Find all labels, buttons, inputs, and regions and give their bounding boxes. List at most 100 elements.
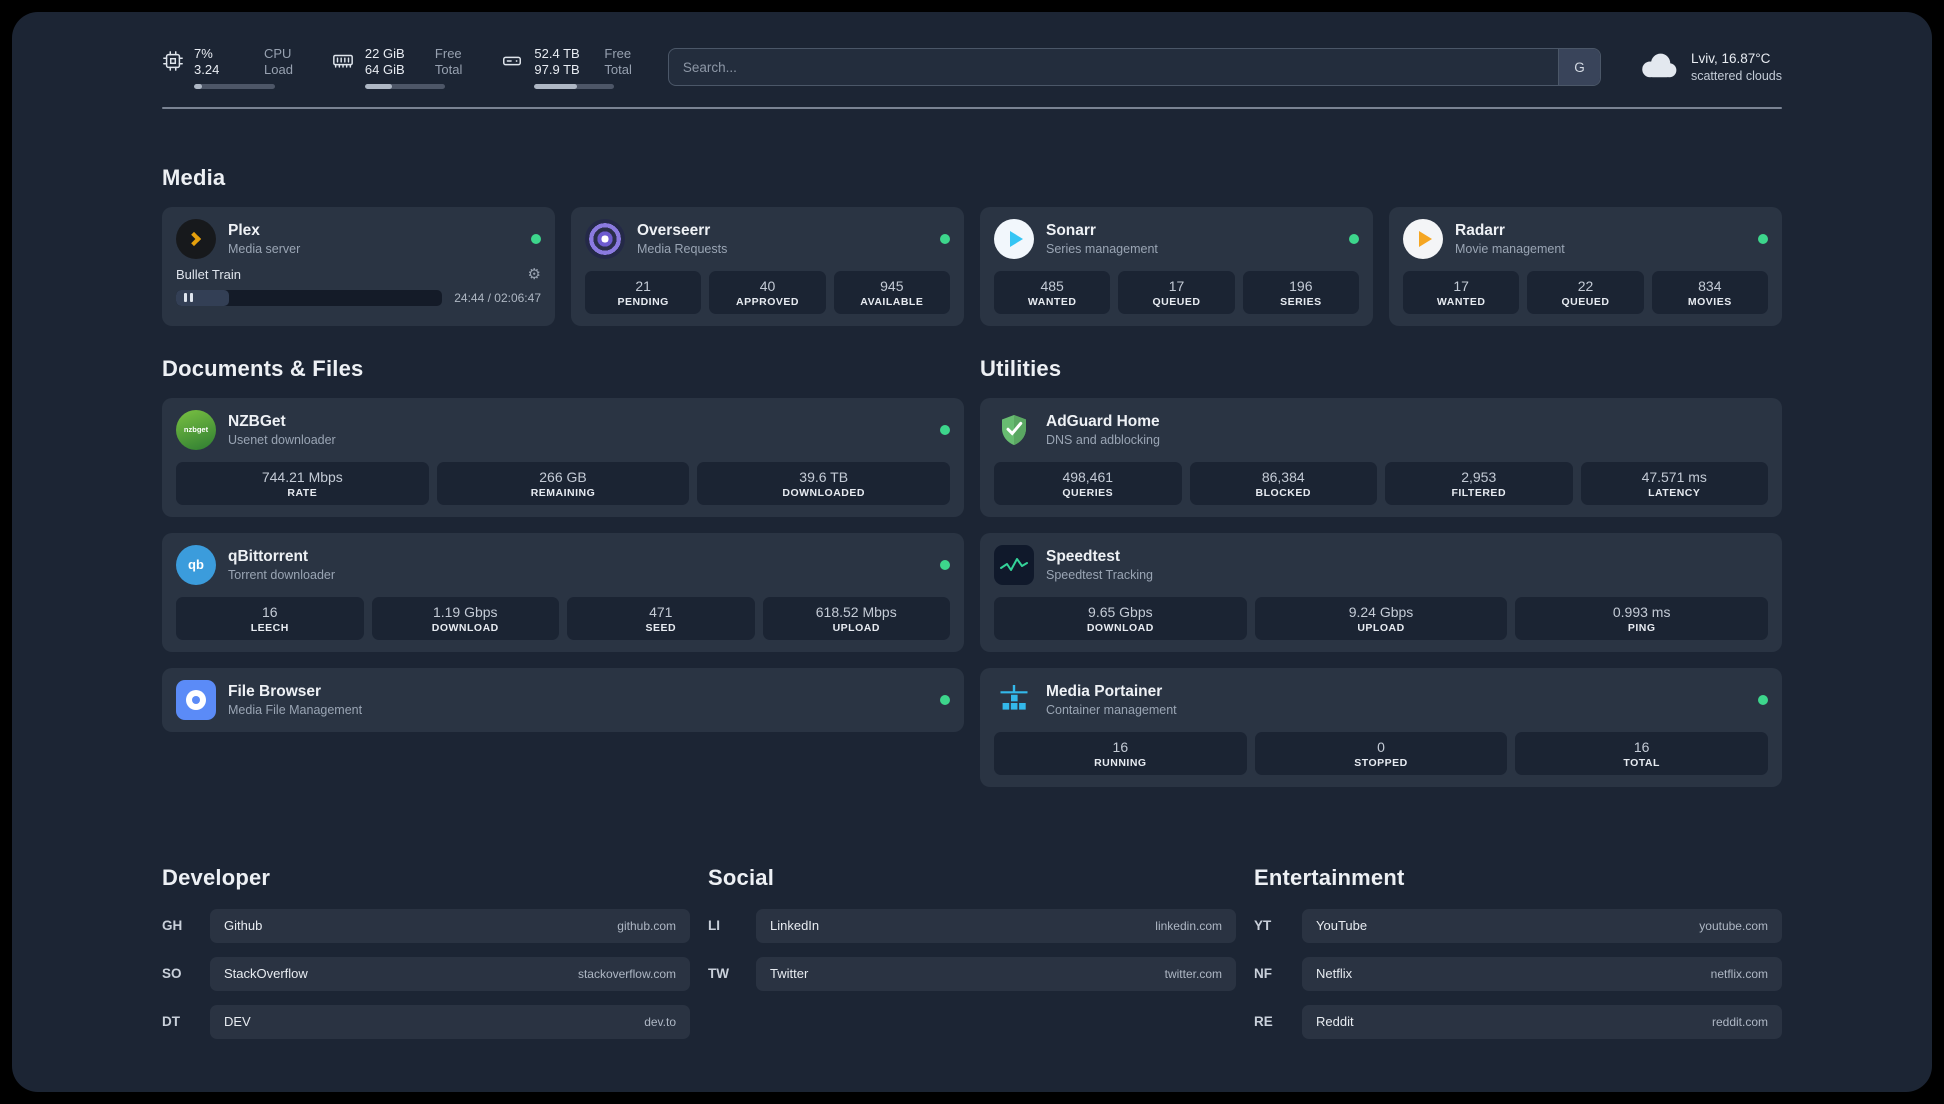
- stat-tile: 0 STOPPED: [1254, 731, 1508, 775]
- disk-free-label: Free: [604, 46, 632, 61]
- stat-tile: 40 APPROVED: [709, 270, 826, 314]
- memory-icon: [331, 50, 355, 72]
- nzbget-icon: nzbget: [176, 409, 216, 450]
- memory-widget: 22 GiB Free 64 GiB Total: [331, 46, 462, 89]
- cpu-progress-track: [194, 83, 276, 89]
- memory-total-label: Total: [434, 62, 463, 78]
- topbar-divider: [162, 106, 1782, 109]
- disk-progress-fill: [534, 83, 577, 89]
- disk-free-value: 52.4 TB: [534, 46, 580, 61]
- stat-tile: 47.571 ms LATENCY: [1580, 461, 1768, 505]
- bookmark-youtube[interactable]: YT YouTube youtube.com: [1254, 908, 1782, 943]
- plex-icon: [176, 218, 216, 259]
- memory-free-label: Free: [434, 46, 462, 61]
- sonarr-icon: [994, 218, 1034, 259]
- stat-tile: 618.52 Mbps UPLOAD: [762, 596, 950, 640]
- cpu-progress-fill: [194, 83, 203, 89]
- search-bar[interactable]: G: [667, 48, 1601, 87]
- stat-tile: 9.24 Gbps UPLOAD: [1254, 596, 1508, 640]
- bookmark-group-developer: Developer GH Github github.com SO StackOv…: [162, 865, 690, 1039]
- disk-progress-track: [534, 83, 615, 89]
- bookmark-twitter[interactable]: TW Twitter twitter.com: [708, 956, 1236, 991]
- search-input[interactable]: [668, 49, 1558, 86]
- disk-widget: 52.4 TB Free 97.9 TB Total: [500, 46, 632, 89]
- service-name: qBittorrent: [228, 547, 309, 565]
- stat-tile: 498,461 QUERIES: [994, 461, 1182, 505]
- cloud-icon: [1637, 50, 1679, 85]
- gear-icon[interactable]: ⚙: [528, 267, 541, 282]
- cpu-load-value: 3.24: [194, 62, 220, 78]
- bookmark-group-entertainment: Entertainment YT YouTube youtube.com NF N…: [1254, 865, 1782, 1039]
- stat-tile: 0.993 ms PING: [1515, 596, 1769, 640]
- stat-tile: 945 AVAILABLE: [833, 270, 950, 314]
- service-card-adguard[interactable]: AdGuard Home DNS and adblocking 498,461 Q…: [980, 397, 1782, 517]
- weather-widget[interactable]: Lviv, 16.87°C scattered clouds: [1637, 50, 1782, 85]
- service-card-sonarr[interactable]: Sonarr Series management 485 WANTED 17 QUE…: [980, 206, 1373, 326]
- service-description: Usenet downloader: [228, 432, 336, 447]
- service-card-portainer[interactable]: Media Portainer Container management 16 R…: [980, 667, 1782, 787]
- qbittorrent-icon: qb: [176, 544, 216, 585]
- status-dot: [531, 233, 541, 244]
- bookmark-netflix[interactable]: NF Netflix netflix.com: [1254, 956, 1782, 991]
- section-documents: Documents & Files nzbget NZBGet Usenet d…: [162, 356, 964, 787]
- status-dot: [1758, 233, 1768, 244]
- stat-tile: 16 TOTAL: [1515, 731, 1769, 775]
- dashboard-page: 7% CPU 3.24 Load 22 GiB Free 64 GiB Total: [12, 12, 1932, 1092]
- service-card-overseerr[interactable]: Overseerr Media Requests 21 PENDING 40 APP…: [571, 206, 964, 326]
- service-card-plex[interactable]: Plex Media server Bullet Train ⚙ 24:44 /…: [162, 206, 555, 326]
- status-dot: [1758, 694, 1768, 705]
- stat-tile: 16 LEECH: [176, 596, 364, 640]
- pause-icon[interactable]: [184, 293, 193, 302]
- cpu-usage-label: CPU: [264, 46, 292, 61]
- search-provider-button[interactable]: G: [1557, 49, 1600, 86]
- stat-tile: 21 PENDING: [585, 270, 702, 314]
- radarr-icon: [1403, 218, 1443, 259]
- status-dot: [940, 233, 950, 244]
- service-description: Media File Management: [228, 702, 363, 717]
- service-description: DNS and adblocking: [1046, 432, 1160, 447]
- stat-tile: 39.6 TB DOWNLOADED: [697, 461, 951, 505]
- disk-total-value: 97.9 TB: [534, 62, 580, 78]
- service-name: Overseerr: [637, 221, 711, 239]
- playback-time: 24:44 / 02:06:47: [454, 290, 541, 305]
- section-title-utilities: Utilities: [980, 355, 1062, 381]
- bookmark-stackoverflow[interactable]: SO StackOverflow stackoverflow.com: [162, 956, 690, 991]
- disk-icon: [500, 50, 524, 72]
- stat-tile: 86,384 BLOCKED: [1189, 461, 1377, 505]
- bookmark-linkedin[interactable]: LI LinkedIn linkedin.com: [708, 908, 1236, 943]
- service-card-radarr[interactable]: Radarr Movie management 17 WANTED 22 QUEUE…: [1389, 206, 1782, 326]
- service-name: Sonarr: [1046, 221, 1096, 239]
- section-utilities: Utilities AdGuard Home DNS and adblockin…: [980, 356, 1782, 787]
- service-card-qbittorrent[interactable]: qb qBittorrent Torrent downloader 16 LEEC…: [162, 532, 964, 652]
- service-card-nzbget[interactable]: nzbget NZBGet Usenet downloader 744.21 M…: [162, 397, 964, 517]
- plex-chevron: [186, 231, 202, 246]
- stat-tile: 2,953 FILTERED: [1385, 461, 1573, 505]
- service-description: Movie management: [1455, 241, 1565, 256]
- section-title-documents: Documents & Files: [162, 355, 364, 381]
- service-name: Radarr: [1455, 221, 1505, 239]
- bookmark-reddit[interactable]: RE Reddit reddit.com: [1254, 1004, 1782, 1039]
- status-dot: [1349, 233, 1359, 244]
- weather-condition: scattered clouds: [1690, 68, 1782, 83]
- stat-tile: 196 SERIES: [1242, 270, 1359, 314]
- section-title-media: Media: [162, 164, 226, 190]
- plex-now-playing-widget: Bullet Train ⚙ 24:44 / 02:06:47: [176, 267, 541, 306]
- cpu-load-label: Load: [264, 62, 293, 78]
- stat-tile: 1.19 Gbps DOWNLOAD: [371, 596, 559, 640]
- now-playing-title: Bullet Train: [176, 266, 242, 282]
- service-description: Container management: [1046, 702, 1177, 717]
- filebrowser-icon: [176, 679, 216, 720]
- playback-progress-bar[interactable]: [176, 289, 443, 306]
- cpu-widget: 7% CPU 3.24 Load: [162, 46, 293, 89]
- stat-tile: 16 RUNNING: [994, 731, 1247, 775]
- memory-free-value: 22 GiB: [364, 46, 405, 61]
- section-media: Media Plex Media server Bullet Train ⚙ 2…: [162, 165, 1782, 326]
- bookmark-dev[interactable]: DT DEV dev.to: [162, 1004, 690, 1039]
- status-dot: [940, 694, 950, 705]
- section-title-developer: Developer: [162, 864, 271, 890]
- service-card-speedtest[interactable]: Speedtest Speedtest Tracking 9.65 Gbps DO…: [980, 532, 1782, 652]
- bookmark-github[interactable]: GH Github github.com: [162, 908, 690, 943]
- service-description: Media Requests: [637, 241, 728, 256]
- portainer-icon: [994, 680, 1034, 720]
- service-card-filebrowser[interactable]: File Browser Media File Management: [162, 667, 964, 732]
